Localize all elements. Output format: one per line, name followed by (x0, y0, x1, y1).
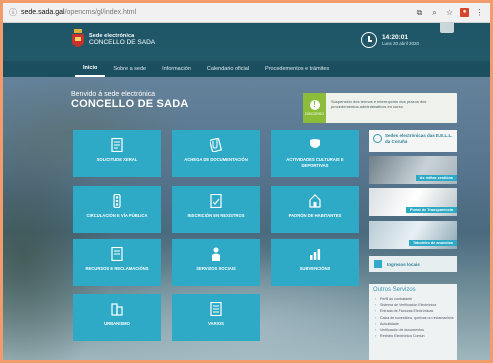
tile-circulacion[interactable]: CIRCULACIÓN E VÍA PÚBLICA (73, 186, 161, 233)
link-minas-xestions[interactable]: As miñas xestións (369, 156, 457, 184)
link-taboleiro-anuncios[interactable]: Taboleiro de anuncios (369, 221, 457, 249)
site-brand[interactable]: Sede electrónica CONCELLO DE SADA (89, 33, 155, 46)
clock-date: Luns 20 abril 2020 (382, 41, 420, 46)
menu-icon[interactable]: ⋮ (475, 8, 484, 17)
main-nav: Inicio Sobre a sede Información Calendar… (3, 61, 490, 77)
nav-sobre[interactable]: Sobre a sede (105, 61, 154, 77)
brand-line2: CONCELLO DE SADA (89, 39, 156, 46)
form-icon (210, 194, 222, 208)
url-text[interactable]: sede.sada.gal/opencms/gl/index.html (21, 9, 136, 16)
tile-actividades[interactable]: ACTIVIDADES CULTURAIS E DEPORTIVAS (271, 130, 359, 177)
document-icon (111, 247, 123, 261)
sedes-eell-link[interactable]: Sedes electrónicas das E.E.L.L. da Coruñ… (369, 130, 457, 152)
tile-solicitude-xeral[interactable]: SOLICITUDE XERAL (73, 130, 161, 177)
traffic-light-icon (113, 194, 121, 208)
building-icon (111, 303, 123, 316)
chart-icon (310, 249, 321, 260)
globe-icon (373, 134, 382, 143)
tile-urbanismo[interactable]: URBANISMO (73, 294, 161, 341)
clock: 14:20:01 Luns 20 abril 2020 (361, 32, 419, 48)
site-header: Sede electrónica CONCELLO DE SADA 14:20:… (3, 23, 490, 61)
outros-item[interactable]: Rexistro Electrónico Común (373, 333, 453, 339)
person-icon (212, 247, 220, 261)
address-bar[interactable]: ⓘ sede.sada.gal/opencms/gl/index.html ⧉ … (3, 3, 490, 23)
nav-procedementos[interactable]: Procedementos e trámites (257, 61, 337, 77)
notice-box[interactable]: ! DISCORSO Suspensión dos termos e inter… (303, 93, 457, 123)
tile-varios[interactable]: VARIOS (172, 294, 260, 341)
tile-padron[interactable]: PADRÓN DE HABITANTES (271, 186, 359, 233)
zoom-icon[interactable]: ⌕ (430, 8, 439, 17)
paperclip-icon (210, 138, 222, 152)
nav-inicio[interactable]: Inicio (75, 61, 106, 77)
tile-achega-documentacion[interactable]: ACHEGA DE DOCUMENTACIÓN (172, 130, 260, 177)
municipality-title: CONCELLO DE SADA (71, 98, 189, 110)
building-icon (309, 194, 321, 208)
clock-time: 14:20:01 (382, 34, 409, 41)
browser-window: ⓘ sede.sada.gal/opencms/gl/index.html ⧉ … (3, 3, 490, 360)
browser-toolbar: ⧉ ⌕ ☆ ● ⋮ (415, 8, 484, 17)
language-tab[interactable] (440, 23, 454, 33)
notice-badge: ! DISCORSO (303, 93, 326, 123)
tile-recursos[interactable]: RECURSOS E RECLAMACIÓNS (73, 239, 161, 286)
ingresos-locais-link[interactable]: Ingresos locais (369, 256, 457, 272)
info-icon[interactable]: ⓘ (9, 8, 17, 17)
star-icon[interactable]: ☆ (445, 8, 454, 17)
notice-text: Suspensión dos termos e interrupción dos… (331, 99, 427, 109)
coat-of-arms-icon[interactable] (71, 29, 85, 51)
link-portal-transparencia[interactable]: Portal de Transparencia (369, 188, 457, 216)
document-icon (111, 138, 123, 152)
document-icon (374, 260, 382, 268)
document-icon (210, 302, 222, 316)
translate-icon[interactable]: ⧉ (415, 8, 424, 17)
alert-icon: ! (309, 100, 320, 110)
nav-informacion[interactable]: Información (154, 61, 199, 77)
masks-icon (310, 139, 320, 148)
tile-servizos-sociais[interactable]: SERVIZOS SOCIAIS (172, 239, 260, 286)
tile-inscricion[interactable]: INSCRICIÓN EN REXISTROS (172, 186, 260, 233)
tile-subvencions[interactable]: SUBVENCIÓNS (271, 239, 359, 286)
extension-icon[interactable]: ● (460, 8, 469, 17)
outros-servizos-panel: Outros Servizos Perfil do contratante Si… (369, 284, 457, 360)
welcome-text: Benvido á sede electrónica (71, 91, 156, 98)
nav-calendario[interactable]: Calendario oficial (199, 61, 257, 77)
outros-servizos-title: Outros Servizos (373, 287, 416, 293)
hero-title: Benvido á sede electrónica CONCELLO DE S… (71, 91, 188, 110)
clock-icon (361, 32, 377, 48)
